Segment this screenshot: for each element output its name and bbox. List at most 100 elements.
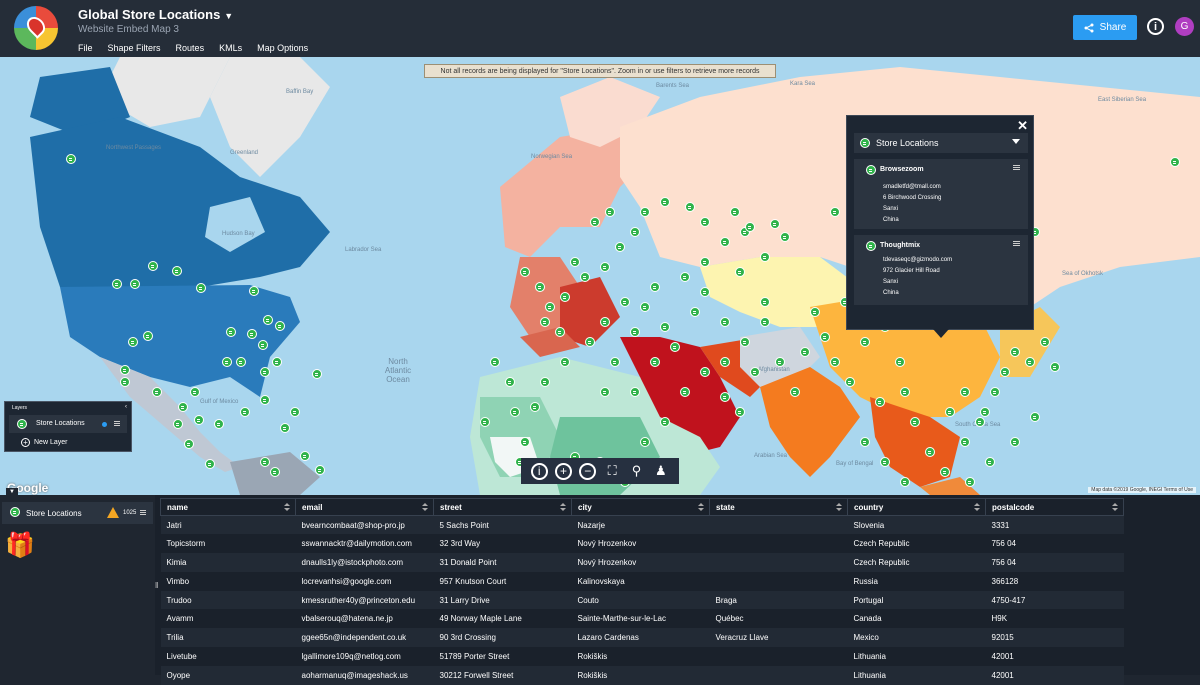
store-marker[interactable] (120, 377, 130, 389)
sort-icon[interactable] (560, 503, 566, 511)
store-marker[interactable] (247, 329, 257, 341)
store-marker[interactable] (258, 340, 268, 352)
sort-icon[interactable] (974, 503, 980, 511)
menu-shape-filters[interactable]: Shape Filters (108, 43, 161, 53)
store-marker[interactable] (148, 261, 158, 273)
sort-icon[interactable] (1112, 503, 1118, 511)
table-row[interactable]: Avamm vbalserouq@hatena.ne.jp 49 Norway Ma… (160, 609, 1124, 629)
store-marker[interactable] (240, 407, 250, 419)
map-attribution[interactable]: Map data ©2019 Google, INEGI Terms of Us… (1088, 487, 1196, 493)
warning-icon[interactable] (107, 507, 119, 518)
zoom-in-icon[interactable]: + (554, 462, 572, 480)
store-marker[interactable] (640, 207, 650, 219)
sort-icon[interactable] (698, 503, 704, 511)
store-marker[interactable] (630, 227, 640, 239)
store-marker[interactable] (172, 266, 182, 278)
store-marker[interactable] (810, 307, 820, 319)
sort-icon[interactable] (284, 503, 290, 511)
column-header-state[interactable]: state (709, 498, 848, 516)
store-marker[interactable] (222, 357, 232, 369)
store-marker[interactable] (640, 302, 650, 314)
store-marker[interactable] (600, 317, 610, 329)
store-marker[interactable] (610, 357, 620, 369)
column-header-name[interactable]: name (160, 498, 296, 516)
store-marker[interactable] (190, 387, 200, 399)
store-marker[interactable] (650, 357, 660, 369)
store-marker[interactable] (560, 357, 570, 369)
store-marker[interactable] (1010, 347, 1020, 359)
store-marker[interactable] (700, 287, 710, 299)
table-row[interactable]: Livetube lgallimore109q@netlog.com 51789 P… (160, 647, 1124, 666)
zoom-out-icon[interactable]: − (579, 462, 597, 480)
store-marker[interactable] (735, 407, 745, 419)
menu-icon[interactable] (140, 510, 146, 511)
store-marker[interactable] (690, 307, 700, 319)
store-marker[interactable] (775, 357, 785, 369)
store-marker[interactable] (178, 402, 188, 414)
sort-icon[interactable] (422, 503, 428, 511)
store-marker[interactable] (1010, 437, 1020, 449)
store-marker[interactable] (985, 457, 995, 469)
layer-row[interactable]: Store Locations (9, 415, 127, 433)
store-marker[interactable] (194, 415, 204, 427)
store-marker[interactable] (585, 337, 595, 349)
new-layer-button[interactable]: + New Layer (21, 438, 67, 447)
store-marker[interactable] (1025, 357, 1035, 369)
info-icon[interactable]: i (1147, 18, 1164, 35)
popup-record-card[interactable]: Browsezoom smadletfd@tmall.com 6 Birchwo… (854, 159, 1028, 229)
store-marker[interactable] (555, 327, 565, 339)
store-marker[interactable] (128, 337, 138, 349)
store-marker[interactable] (910, 417, 920, 429)
search-icon[interactable]: ⚲ (628, 463, 645, 480)
store-marker[interactable] (600, 387, 610, 399)
collapse-icon[interactable]: ‹ (125, 404, 127, 410)
store-marker[interactable] (505, 377, 515, 389)
store-marker[interactable] (630, 327, 640, 339)
fullscreen-icon[interactable]: ⛶ (604, 463, 621, 480)
store-marker[interactable] (925, 447, 935, 459)
store-marker[interactable] (735, 267, 745, 279)
popup-record-card[interactable]: Thoughtmix tdevaseqc@gizmodo.com 972 Gla… (854, 235, 1028, 305)
store-marker[interactable] (700, 257, 710, 269)
close-icon[interactable]: ✕ (1017, 118, 1028, 134)
store-marker[interactable] (745, 222, 755, 234)
store-marker[interactable] (800, 347, 810, 359)
store-marker[interactable] (196, 283, 206, 295)
store-marker[interactable] (490, 357, 500, 369)
table-row[interactable]: Jatri bvearncombaat@shop-pro.jp 5 Sachs Po… (160, 515, 1124, 535)
store-marker[interactable] (720, 237, 730, 249)
store-marker[interactable] (280, 423, 290, 435)
store-marker[interactable] (580, 272, 590, 284)
column-header-city[interactable]: city (571, 498, 710, 516)
store-marker[interactable] (184, 439, 194, 451)
store-marker[interactable] (945, 407, 955, 419)
store-marker[interactable] (120, 365, 130, 377)
store-marker[interactable] (205, 459, 215, 471)
menu-kmls[interactable]: KMLs (219, 43, 242, 53)
app-logo[interactable] (14, 6, 58, 50)
store-marker[interactable] (270, 467, 280, 479)
store-marker[interactable] (960, 437, 970, 449)
store-marker[interactable] (990, 387, 1000, 399)
store-marker[interactable] (845, 377, 855, 389)
store-marker[interactable] (790, 387, 800, 399)
street-view-icon[interactable]: ♟ (652, 463, 669, 480)
store-marker[interactable] (780, 232, 790, 244)
store-marker[interactable] (860, 337, 870, 349)
store-marker[interactable] (615, 242, 625, 254)
menu-file[interactable]: File (78, 43, 93, 53)
store-marker[interactable] (770, 219, 780, 231)
store-marker[interactable] (660, 197, 670, 209)
store-marker[interactable] (540, 377, 550, 389)
store-marker[interactable] (685, 202, 695, 214)
store-marker[interactable] (760, 252, 770, 264)
store-marker[interactable] (66, 154, 76, 166)
data-layer-item[interactable]: Store Locations 1025 (2, 502, 153, 524)
store-marker[interactable] (226, 327, 236, 339)
store-marker[interactable] (640, 437, 650, 449)
store-marker[interactable] (620, 297, 630, 309)
store-marker[interactable] (535, 282, 545, 294)
store-marker[interactable] (760, 297, 770, 309)
store-marker[interactable] (214, 419, 224, 431)
store-marker[interactable] (1040, 337, 1050, 349)
